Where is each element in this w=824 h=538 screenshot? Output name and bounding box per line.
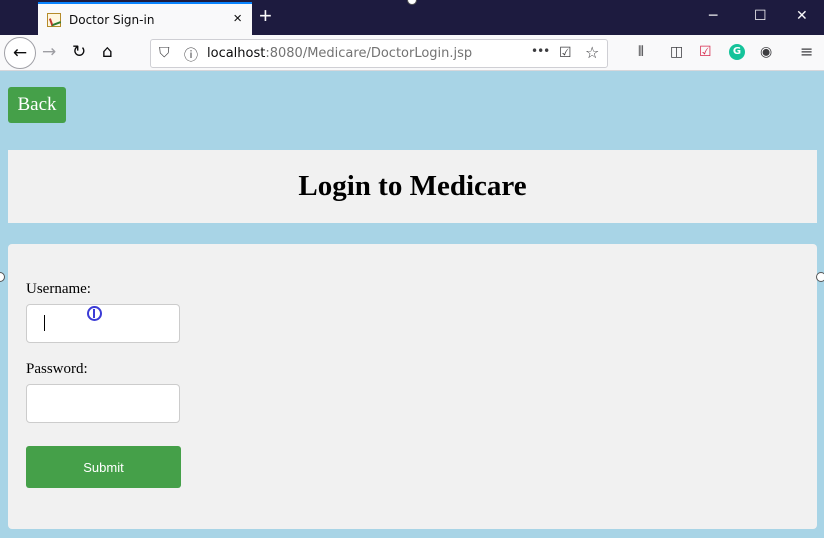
window-close-icon[interactable]: ✕ xyxy=(796,7,808,25)
username-label: Username: xyxy=(26,281,91,297)
back-button[interactable]: Back xyxy=(8,87,66,123)
resize-handle-right[interactable] xyxy=(816,272,824,282)
bookmark-star-icon[interactable]: ☆ xyxy=(585,43,599,62)
minimize-icon[interactable]: ─ xyxy=(709,7,717,25)
username-field[interactable] xyxy=(26,304,180,343)
reader-sidebar-icon[interactable]: ◫ xyxy=(670,43,683,61)
tab-title: Doctor Sign-in xyxy=(69,12,155,27)
grammarly-icon[interactable]: G xyxy=(729,44,745,60)
tab-close-icon[interactable]: × xyxy=(233,10,242,28)
account-icon[interactable]: ◉ xyxy=(760,43,772,61)
text-caret xyxy=(44,315,45,331)
url-host: localhost xyxy=(207,46,266,61)
navigation-bar: ← → ↻ ⌂ ⛉ ⓘ localhost:8080/Medicare/Doct… xyxy=(0,35,824,71)
resize-handle-left[interactable] xyxy=(0,272,5,282)
submit-button[interactable]: Submit xyxy=(26,446,181,488)
password-label: Password: xyxy=(26,361,88,377)
page-title: Login to Medicare xyxy=(298,170,527,202)
url-bar[interactable]: ⛉ ⓘ localhost:8080/Medicare/DoctorLogin.… xyxy=(150,39,608,68)
new-tab-plus-icon[interactable]: + xyxy=(259,5,272,27)
pocket-icon[interactable]: ☑ xyxy=(699,43,712,61)
library-icon[interactable]: ⫴ xyxy=(638,43,644,61)
pocket-save-icon[interactable]: ☑ xyxy=(559,45,572,61)
browser-back-icon[interactable]: ← xyxy=(4,37,36,69)
page-actions-more-icon[interactable]: ••• xyxy=(531,44,550,58)
url-text[interactable]: localhost:8080/Medicare/DoctorLogin.jsp xyxy=(207,46,472,61)
tab-doctor-signin[interactable]: Doctor Sign-in × xyxy=(38,2,252,35)
menu-hamburger-icon[interactable]: ≡ xyxy=(800,43,813,61)
maximize-icon[interactable]: ☐ xyxy=(754,7,767,25)
tab-strip: Doctor Sign-in × + ─ ☐ ✕ xyxy=(0,0,824,35)
home-icon[interactable]: ⌂ xyxy=(102,41,113,63)
browser-forward-icon[interactable]: → xyxy=(42,41,56,63)
mouse-cursor-indicator-icon xyxy=(87,306,102,321)
password-field[interactable] xyxy=(26,384,180,423)
site-info-icon[interactable]: ⓘ xyxy=(184,45,198,65)
title-banner: Login to Medicare xyxy=(8,150,817,223)
site-favicon-icon xyxy=(47,12,61,27)
tracking-shield-icon[interactable]: ⛉ xyxy=(159,45,170,61)
reload-icon[interactable]: ↻ xyxy=(72,41,86,63)
url-path: :8080/Medicare/DoctorLogin.jsp xyxy=(265,46,473,61)
